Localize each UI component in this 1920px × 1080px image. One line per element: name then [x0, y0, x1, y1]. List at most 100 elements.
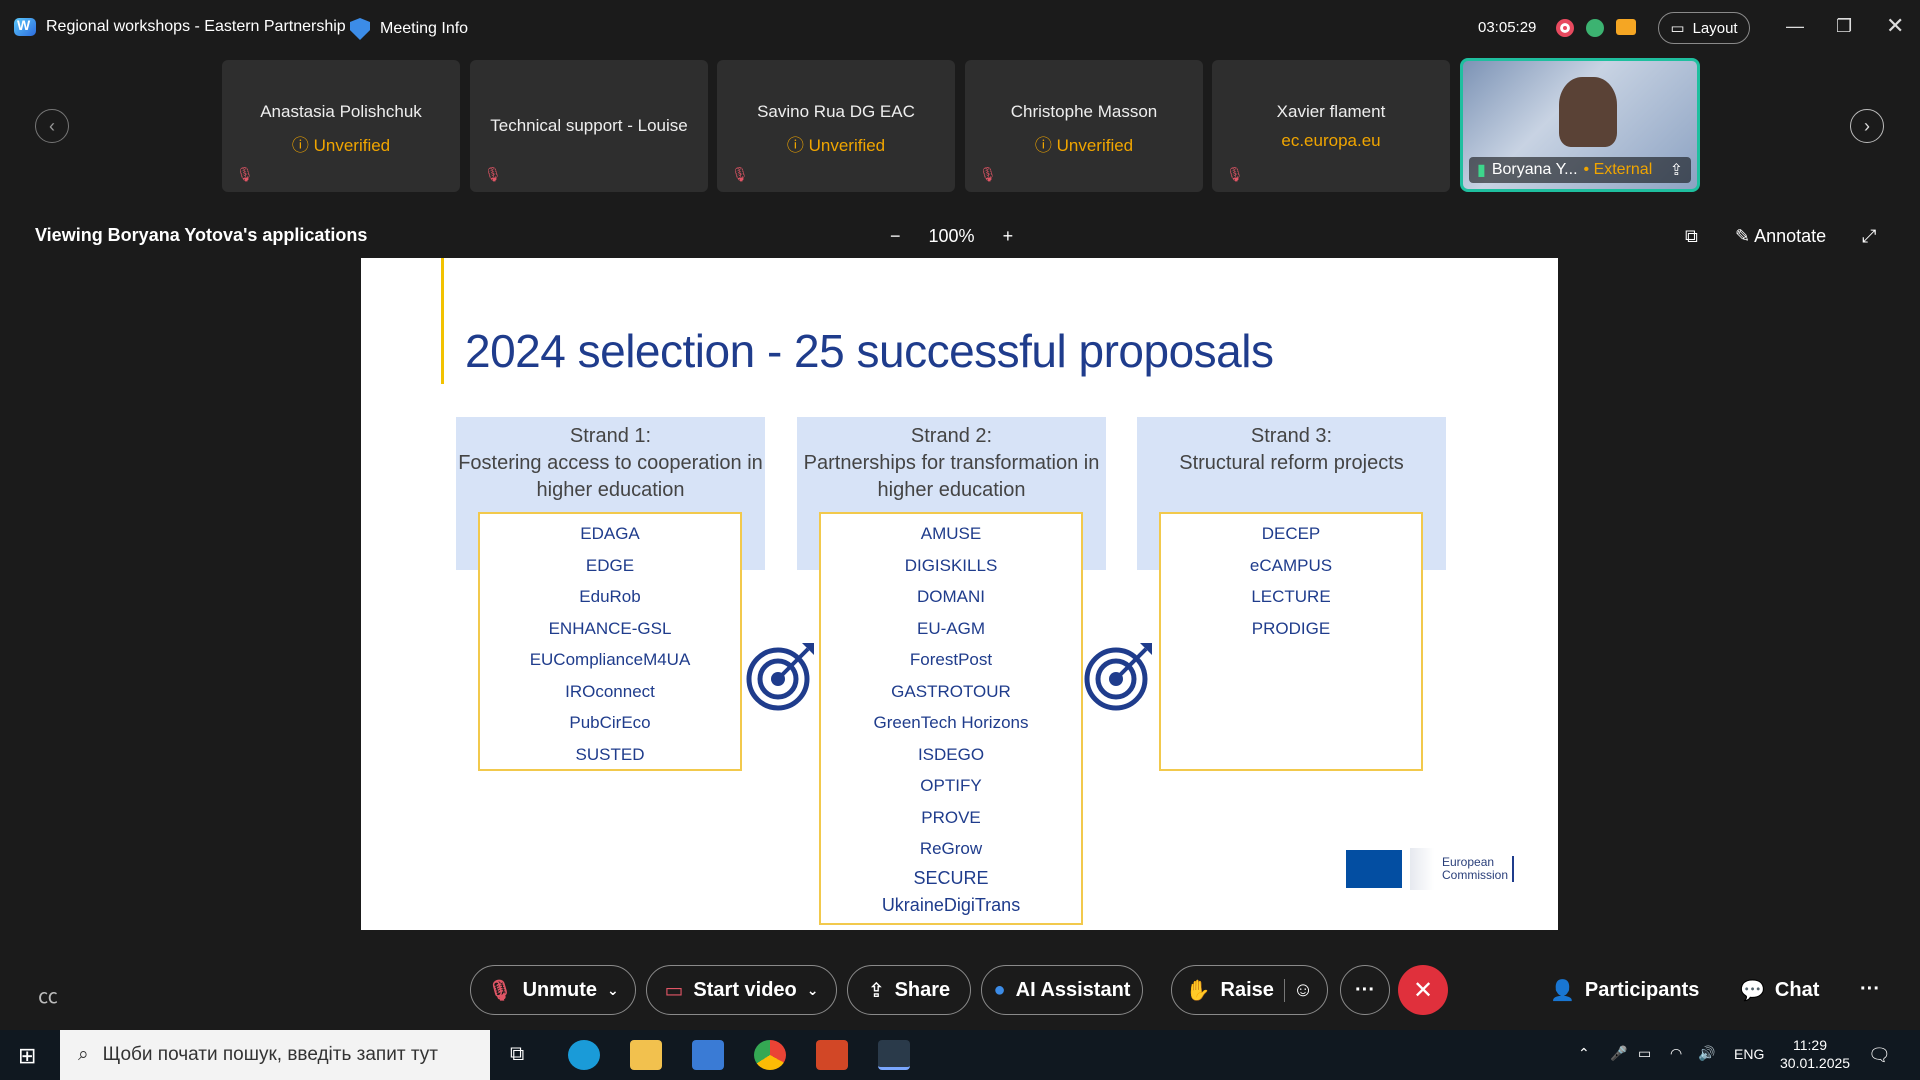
participant-domain: ec.europa.eu	[1281, 131, 1381, 150]
shield-icon	[350, 18, 370, 40]
participant-status: ⓘ Unverified	[291, 136, 391, 155]
minimize-icon[interactable]: —	[1786, 16, 1804, 37]
task-view-icon[interactable]: ⧉	[510, 1043, 524, 1066]
next-participants-icon[interactable]: ›	[1850, 109, 1884, 143]
tray-chevron-icon[interactable]: ⌃	[1578, 1045, 1590, 1062]
list-item: EU-AGM	[917, 618, 985, 638]
taskbar-clock[interactable]: 11:29 30.01.2025	[1780, 1036, 1851, 1072]
list-item: DIGISKILLS	[904, 555, 998, 575]
annotate-button[interactable]: ✎ Annotate	[1735, 226, 1826, 247]
network-health-icon[interactable]	[1586, 19, 1604, 37]
zoom-in-icon[interactable]: +	[1003, 226, 1014, 247]
participant-name: Savino Rua DG EAC	[757, 102, 915, 121]
participant-name: Xavier flament	[1276, 102, 1386, 121]
pop-out-icon[interactable]: ⧉	[1685, 226, 1698, 247]
windows-start-icon[interactable]: ⊞	[18, 1043, 36, 1069]
list-item: SUSTED	[575, 744, 645, 764]
slide-title: 2024 selection - 25 successful proposals	[465, 325, 1274, 377]
webex-taskbar-icon[interactable]	[878, 1040, 910, 1070]
speaker-video	[1559, 77, 1617, 147]
raise-hand-button[interactable]: ✋ Raise ☺	[1171, 965, 1328, 1015]
list-item: DOMANI	[917, 587, 985, 606]
ai-assistant-icon: ●	[993, 978, 1006, 1001]
chat-label: Chat	[1774, 979, 1820, 1001]
list-item: ForestPost	[909, 650, 993, 669]
list-item: LECTURE	[1251, 587, 1331, 606]
list-item: ISDEGO	[917, 744, 985, 764]
strand-2-list: AMUSE DIGISKILLS DOMANI EU-AGM ForestPos…	[819, 512, 1083, 925]
reactions-icon[interactable]: ☺	[1283, 978, 1313, 1002]
video-name-bar: ▮ Boryana Y... • External ⇪	[1469, 157, 1691, 183]
participant-status: ⓘ Unverified	[1034, 136, 1134, 155]
share-indicator-icon: ⇪	[1669, 162, 1683, 179]
participant-tile[interactable]: Christophe Masson ⓘ Unverified 🎙	[965, 60, 1203, 192]
video-tile-name: Boryana Y...	[1491, 161, 1578, 178]
prev-participants-icon[interactable]: ‹	[35, 109, 69, 143]
chevron-down-icon[interactable]: ⌄	[607, 982, 619, 999]
hand-icon: ✋	[1185, 979, 1211, 1002]
store-icon[interactable]	[692, 1040, 724, 1070]
meeting-timer: 03:05:29	[1478, 19, 1537, 36]
list-item: AMUSE	[920, 524, 982, 543]
app-title: Regional workshops - Eastern Partnership	[14, 17, 346, 36]
list-item: GASTROTOUR	[891, 681, 1011, 701]
layout-button[interactable]: ▭ Layout	[1658, 12, 1750, 44]
participant-tile[interactable]: Xavier flament ec.europa.eu 🎙	[1212, 60, 1450, 192]
share-label: Share	[894, 978, 951, 1001]
annotate-icon: ✎	[1735, 226, 1751, 246]
eu-flag-icon	[1346, 850, 1402, 888]
unmute-label: Unmute	[522, 978, 598, 1001]
zoom-controls: − 100% +	[890, 226, 1013, 247]
active-speaker-video-tile[interactable]: ▮ Boryana Y... • External ⇪	[1460, 58, 1700, 192]
chat-button[interactable]: 💬 Chat	[1740, 978, 1819, 1003]
restore-icon[interactable]: ❐	[1836, 16, 1852, 37]
fullscreen-icon[interactable]: ⤢	[1862, 226, 1876, 247]
notifications-icon[interactable]: 🗨	[1868, 1045, 1891, 1066]
participants-icon: 👤	[1550, 980, 1575, 1002]
participants-button[interactable]: 👤 Participants	[1550, 978, 1699, 1003]
wifi-icon[interactable]: ◠	[1670, 1045, 1682, 1062]
share-icon: ⇪	[867, 979, 885, 1002]
target-icon	[1084, 643, 1152, 711]
clock-date: 30.01.2025	[1780, 1055, 1851, 1071]
recording-icon[interactable]	[1556, 19, 1574, 37]
edge-icon[interactable]	[568, 1040, 600, 1070]
list-item: DECEP	[1261, 524, 1321, 543]
unmute-button[interactable]: 🎙 Unmute ⌄	[470, 965, 636, 1015]
chrome-icon[interactable]	[754, 1040, 786, 1070]
list-item: eCAMPUS	[1249, 555, 1333, 575]
battery-icon[interactable]: ▭	[1638, 1045, 1651, 1062]
annotate-label: Annotate	[1754, 226, 1827, 246]
start-video-button[interactable]: ▭ Start video ⌄	[646, 965, 837, 1015]
chat-indicator-icon[interactable]	[1616, 19, 1636, 35]
webex-logo-icon	[14, 17, 36, 36]
file-explorer-icon[interactable]	[630, 1040, 662, 1070]
list-item: PRODIGE	[1251, 618, 1331, 638]
meeting-info-label: Meeting Info	[380, 20, 469, 37]
search-placeholder: Щоби почати пошук, введіть запит тут	[102, 1044, 438, 1065]
chat-icon: 💬	[1740, 980, 1765, 1002]
search-icon: ⌕	[78, 1044, 89, 1065]
zoom-out-icon[interactable]: −	[890, 226, 901, 247]
chevron-down-icon[interactable]: ⌄	[807, 982, 819, 999]
taskbar-search[interactable]: ⌕ Щоби почати пошук, введіть запит тут	[60, 1030, 490, 1080]
volume-icon[interactable]: 🔊	[1698, 1045, 1715, 1062]
more-panels-icon[interactable]: ···	[1860, 978, 1880, 1001]
participant-tile[interactable]: Anastasia Polishchuk ⓘ Unverified 🎙	[222, 60, 460, 192]
more-options-icon[interactable]: ···	[1340, 965, 1390, 1015]
participant-tile[interactable]: Savino Rua DG EAC ⓘ Unverified 🎙	[717, 60, 955, 192]
meeting-info-button[interactable]: Meeting Info	[350, 18, 468, 40]
participant-status: ⓘ Unverified	[786, 136, 886, 155]
ai-assistant-button[interactable]: ● AI Assistant	[981, 965, 1143, 1015]
muted-mic-icon: 🎙	[731, 166, 749, 182]
share-button[interactable]: ⇪ Share	[847, 965, 971, 1015]
list-item: ENHANCE-GSL	[548, 618, 672, 638]
participant-tile[interactable]: Technical support - Louise 🎙	[470, 60, 708, 192]
list-item: EduRob	[579, 587, 641, 606]
captions-icon[interactable]: ㏄	[38, 980, 58, 1009]
language-indicator[interactable]: ENG	[1734, 1046, 1764, 1062]
close-icon[interactable]: ✕	[1886, 13, 1904, 39]
tray-mic-icon[interactable]: 🎤	[1610, 1045, 1627, 1062]
leave-meeting-icon[interactable]: ✕	[1398, 965, 1448, 1015]
powerpoint-icon[interactable]	[816, 1040, 848, 1070]
